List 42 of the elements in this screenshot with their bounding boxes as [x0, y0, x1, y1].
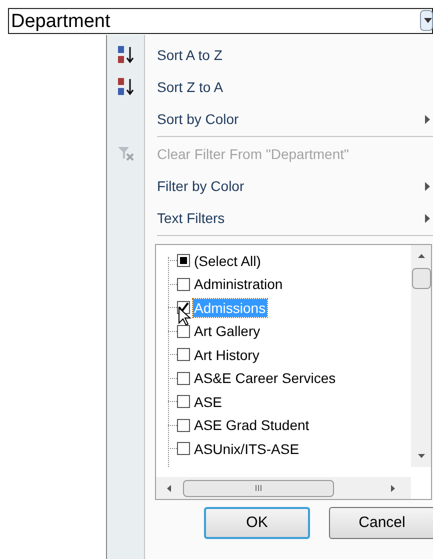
list-item[interactable]: Art Gallery — [168, 320, 337, 343]
horizontal-scrollbar[interactable] — [156, 477, 411, 499]
scroll-left-icon — [167, 484, 171, 492]
sort-descending-icon — [116, 77, 136, 97]
checkbox[interactable] — [177, 254, 190, 268]
checkbox[interactable] — [177, 372, 190, 385]
menu-item[interactable]: Sort by Color — [107, 103, 433, 138]
list-item[interactable]: (Select All) — [168, 249, 337, 272]
scrollbar-thumb[interactable] — [183, 480, 334, 496]
list-item[interactable]: AS&E Career Services — [168, 366, 337, 390]
scroll-up-icon — [418, 254, 424, 258]
ok-button[interactable]: OK — [204, 507, 310, 539]
clear-filter-icon — [117, 146, 135, 162]
dropdown-arrow-icon — [424, 18, 432, 23]
menu-item[interactable]: Filter by Color — [107, 170, 433, 202]
list-item[interactable]: Administration — [168, 272, 337, 296]
submenu-arrow-icon — [425, 214, 430, 222]
list-item[interactable]: ASE — [168, 390, 337, 414]
grip-icon — [255, 485, 262, 491]
mouse-cursor-icon — [178, 307, 192, 327]
list-item[interactable]: ASUnix/ITS-ASE — [168, 437, 337, 460]
scroll-right-icon — [391, 484, 395, 492]
filter-dropdown-button[interactable] — [420, 10, 433, 31]
scroll-down-icon — [418, 454, 424, 458]
vertical-scrollbar[interactable] — [411, 245, 431, 467]
list-item[interactable]: ASE Grad Student — [168, 414, 337, 437]
sort-ascending-icon — [116, 45, 136, 65]
submenu-arrow-icon — [425, 182, 430, 190]
menu-item[interactable]: Sort Z to A — [107, 71, 433, 103]
menu-item[interactable]: Text Filters — [107, 202, 433, 237]
column-header-text: Department — [11, 12, 110, 30]
checkbox[interactable] — [177, 278, 190, 291]
list-item[interactable]: Art History — [168, 343, 337, 366]
checkbox[interactable] — [177, 348, 190, 362]
checkbox[interactable] — [177, 324, 190, 338]
checkbox[interactable] — [177, 395, 190, 408]
cancel-button[interactable]: Cancel — [329, 507, 433, 539]
checkbox[interactable] — [177, 442, 190, 456]
scrollbar-thumb[interactable] — [412, 268, 430, 289]
submenu-arrow-icon — [425, 114, 430, 124]
menu-item[interactable]: Sort A to Z — [107, 39, 433, 71]
checkbox[interactable] — [177, 418, 190, 432]
